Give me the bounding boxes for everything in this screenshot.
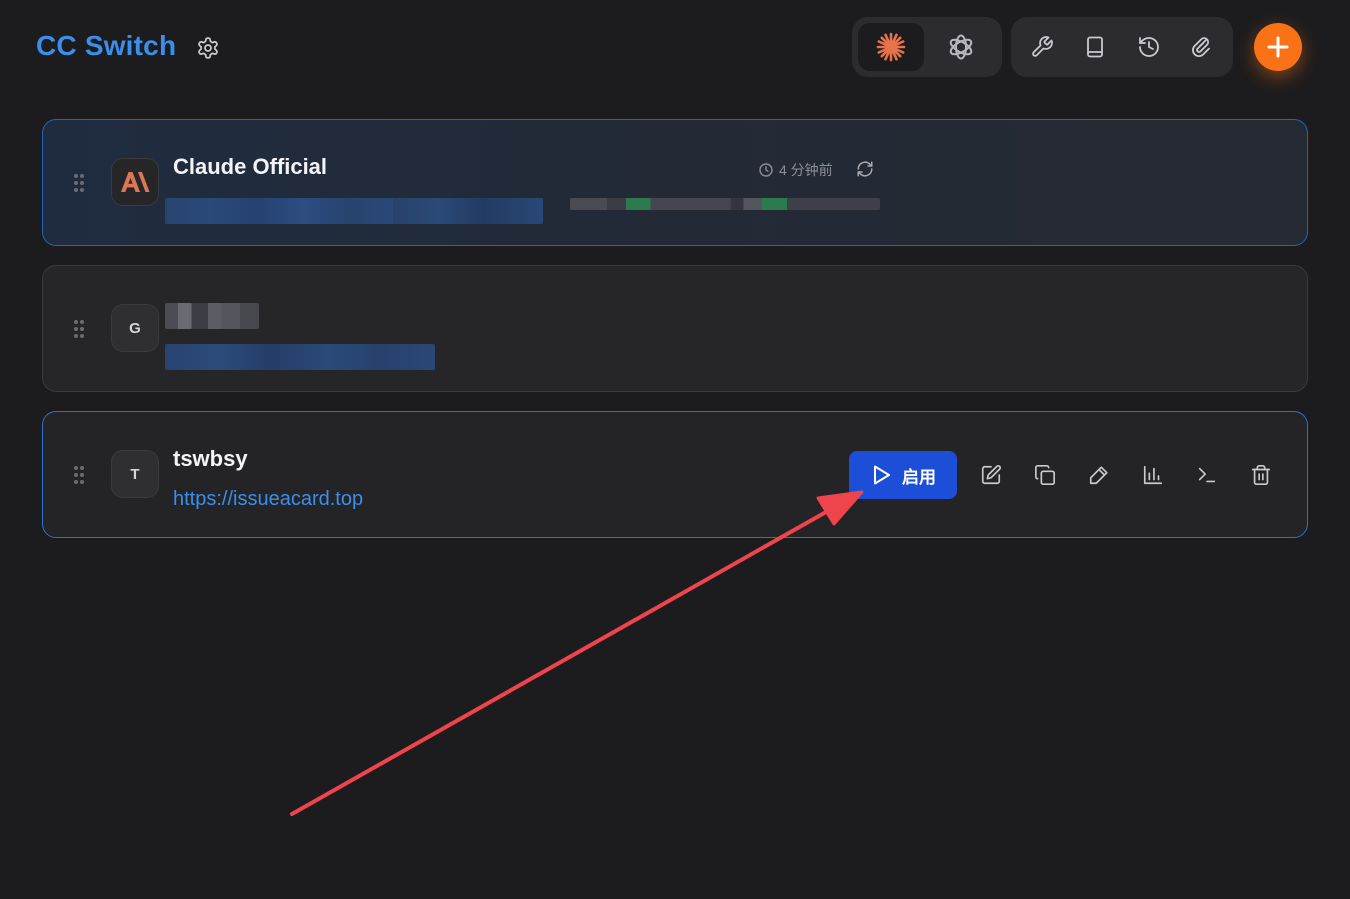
terminal-icon <box>1198 467 1216 483</box>
play-icon <box>874 465 890 485</box>
drag-handle-icon[interactable] <box>73 465 85 485</box>
usage-meta: 4 分钟前 <box>759 160 833 180</box>
provider-actions: 启用 <box>849 451 1281 499</box>
provider-avatar: T <box>111 450 159 498</box>
drag-handle-icon[interactable] <box>73 319 85 339</box>
provider-name: Claude Official <box>173 154 328 179</box>
clock-icon <box>759 163 773 177</box>
drag-handle-icon[interactable] <box>73 173 85 193</box>
provider-card[interactable]: T tswbsy https://issueacard.top 启用 <box>42 411 1308 538</box>
refresh-icon <box>857 161 873 177</box>
duplicate-button[interactable] <box>1025 455 1065 495</box>
tab-claude[interactable] <box>858 23 924 71</box>
wrench-icon <box>1032 36 1053 57</box>
book-icon <box>1087 36 1104 58</box>
edit-button[interactable] <box>971 455 1011 495</box>
usage-chart-icon <box>1143 465 1163 485</box>
history-icon <box>1138 37 1159 57</box>
delete-button[interactable] <box>1241 455 1281 495</box>
provider-card[interactable]: Claude Official 4 分钟前 <box>42 119 1308 246</box>
add-provider-button[interactable] <box>1254 23 1302 71</box>
enable-button[interactable]: 启用 <box>849 451 957 499</box>
usage-time: 4 分钟前 <box>779 162 833 178</box>
tab-codex[interactable] <box>928 23 994 71</box>
plus-icon <box>1267 36 1289 58</box>
trash-icon <box>1251 465 1271 485</box>
claude-sparkle-icon <box>876 32 906 62</box>
settings-button[interactable] <box>194 34 222 62</box>
provider-url[interactable]: https://issueacard.top <box>173 488 363 511</box>
provider-card[interactable]: G <box>42 265 1308 392</box>
attach-button[interactable] <box>1180 25 1224 69</box>
usage-button[interactable] <box>1133 455 1173 495</box>
openai-icon <box>949 34 973 60</box>
enable-label: 启用 <box>902 467 936 487</box>
tools-button[interactable] <box>1020 25 1064 69</box>
duplicate-icon <box>1035 465 1055 485</box>
paperclip-icon <box>1192 37 1211 57</box>
provider-avatar <box>111 158 159 206</box>
edit-icon <box>981 465 1001 485</box>
test-icon <box>1089 466 1108 485</box>
provider-avatar: G <box>111 304 159 352</box>
anthropic-logo-icon <box>121 172 150 192</box>
docs-button[interactable] <box>1073 25 1117 69</box>
gear-icon <box>198 37 218 59</box>
app-switcher <box>852 17 1002 77</box>
history-button[interactable] <box>1127 25 1171 69</box>
provider-name: tswbsy <box>173 446 248 471</box>
toolbar <box>1011 17 1233 77</box>
test-button[interactable] <box>1079 455 1119 495</box>
terminal-button[interactable] <box>1187 455 1227 495</box>
refresh-usage-button[interactable] <box>853 157 877 181</box>
app-title: CC Switch <box>36 30 177 61</box>
